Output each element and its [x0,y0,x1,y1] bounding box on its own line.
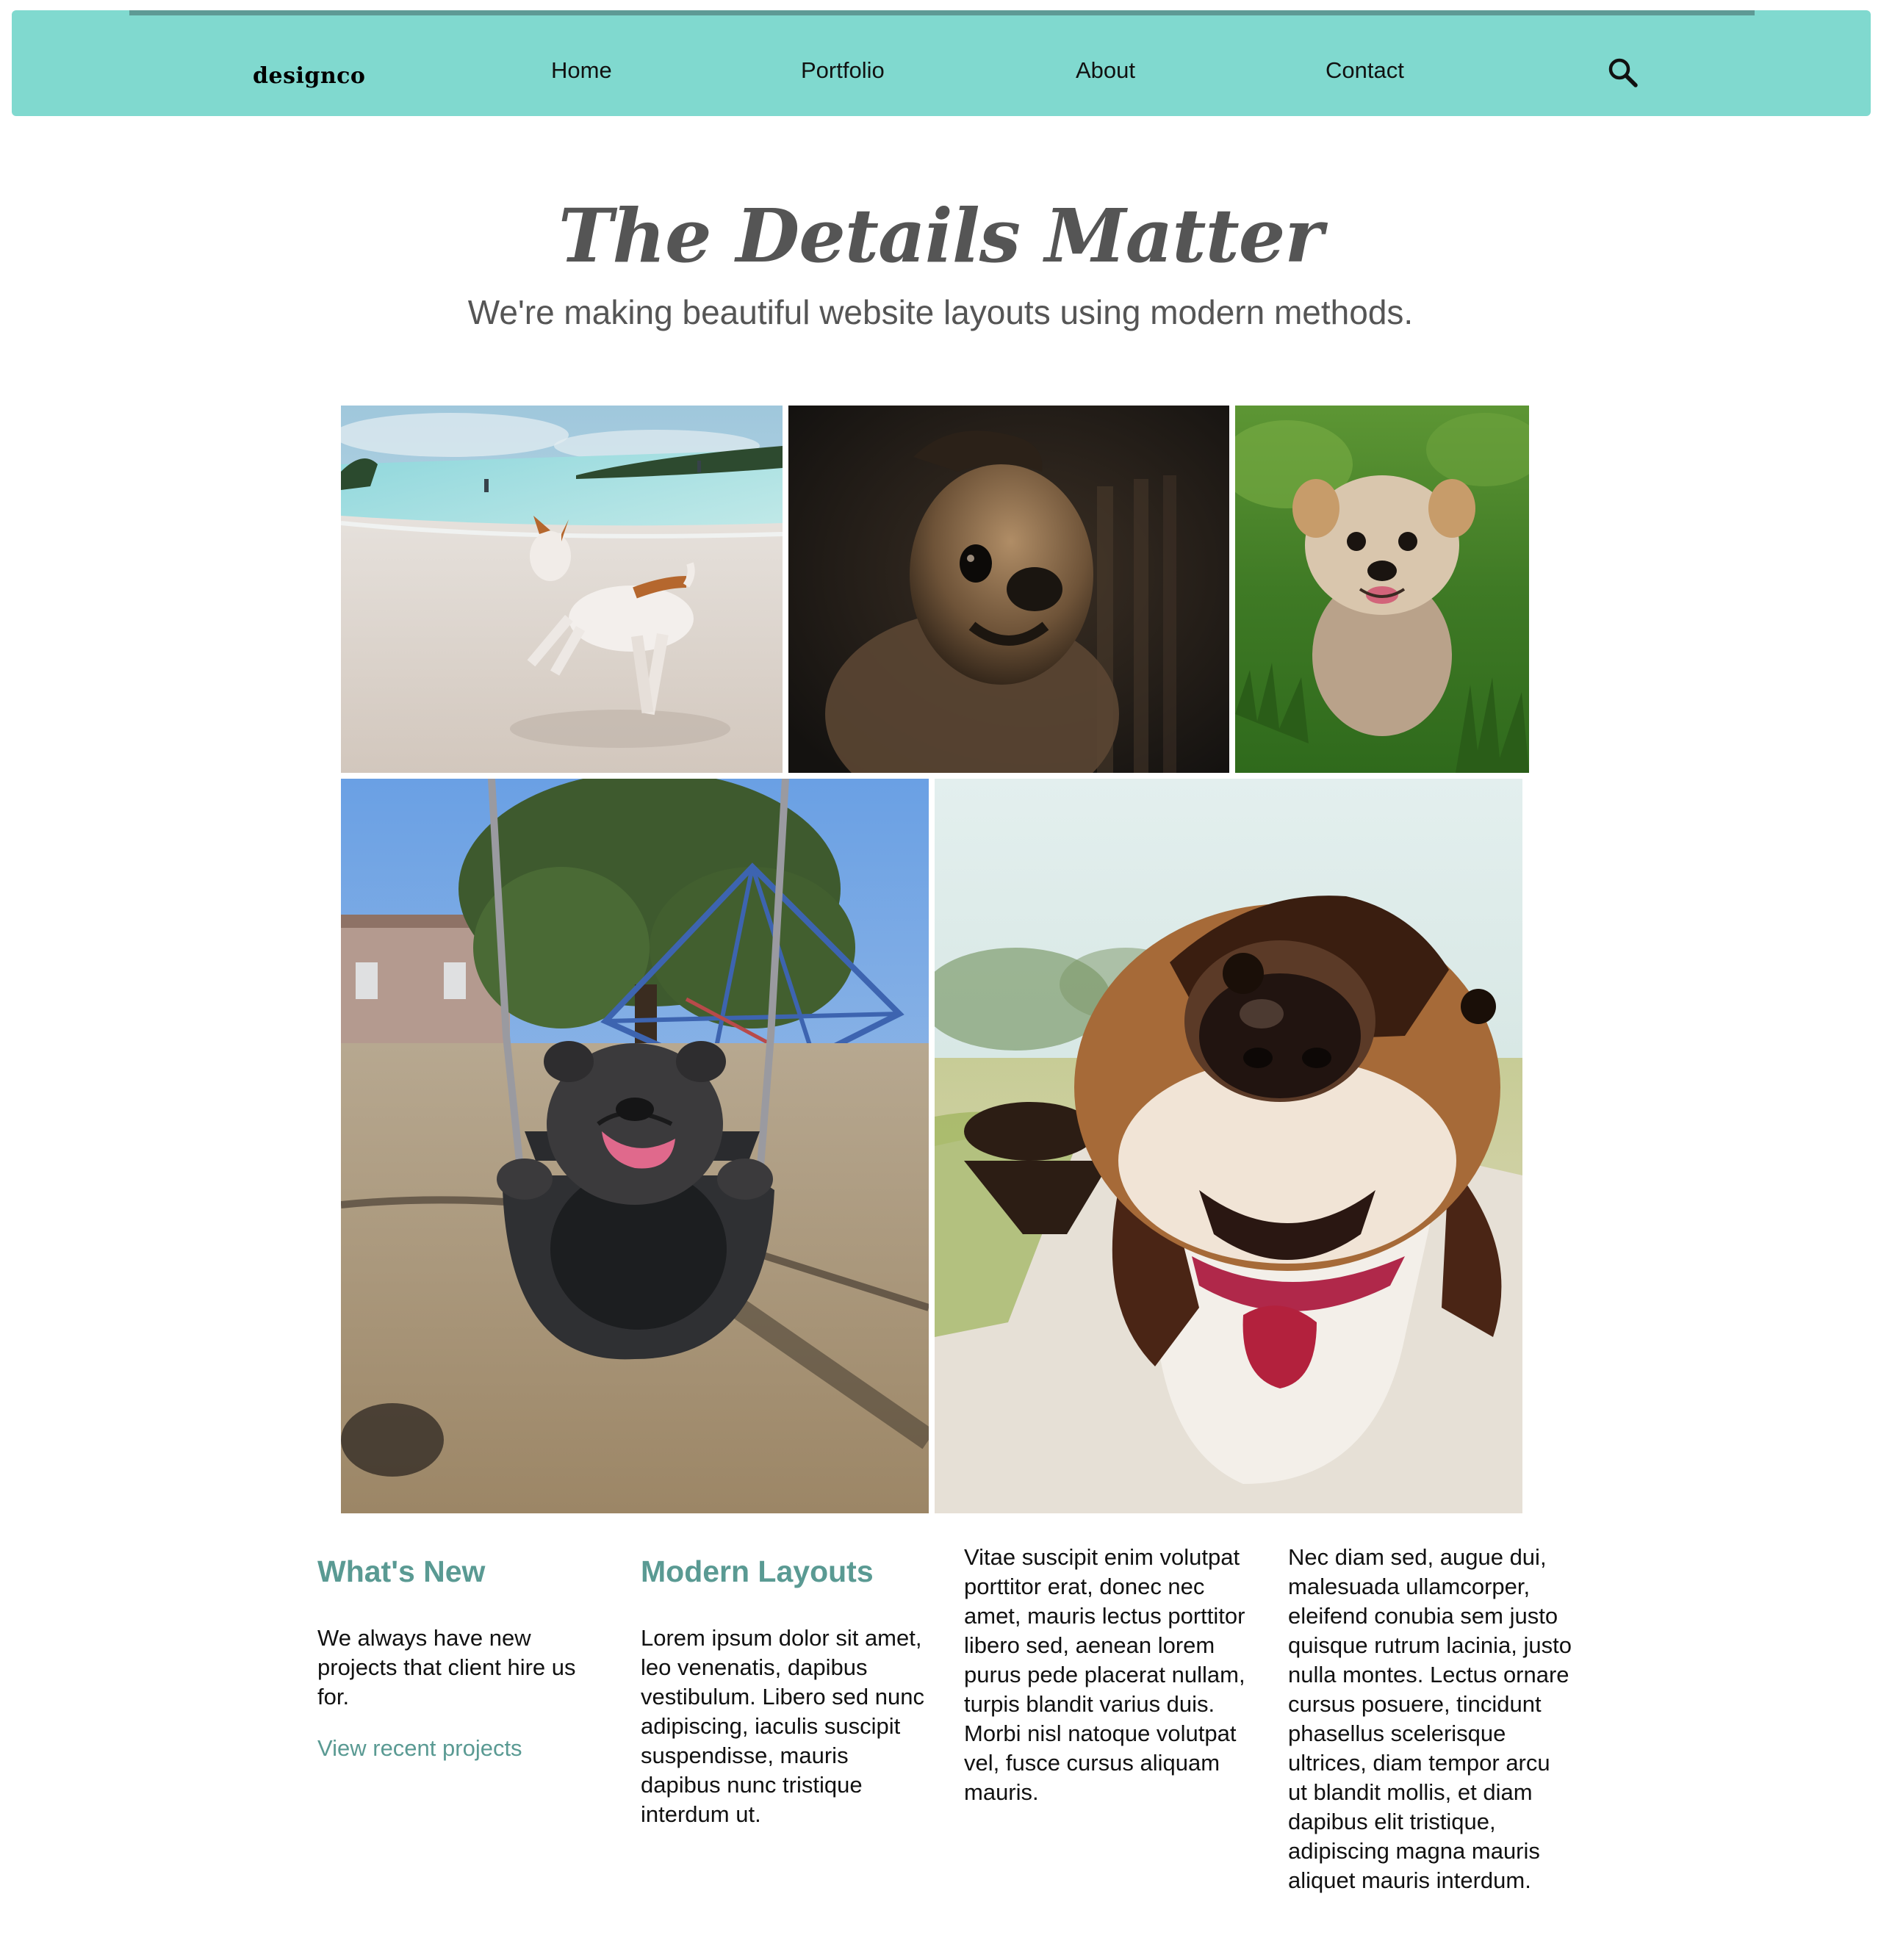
modern-layouts-body: Lorem ipsum dolor sit amet, leo venenati… [641,1625,925,1827]
photo-pug-dark [788,406,1229,773]
column-three: Vitae suscipit enim volutpat porttitor e… [964,1543,1251,1829]
photo-bulldog-swing [341,779,929,1513]
navbar-top-border [129,10,1755,15]
top-navbar: designco Home Portfolio About Contact [12,10,1871,116]
view-recent-projects-link[interactable]: View recent projects [317,1735,522,1761]
column-modern-layouts: Modern Layouts Lorem ipsum dolor sit ame… [641,1543,927,1851]
whats-new-heading: What's New [317,1554,486,1588]
photo-dog-beach [341,406,783,773]
modern-layouts-heading: Modern Layouts [641,1554,874,1588]
search-icon[interactable] [1606,56,1640,90]
nav-item-home[interactable]: Home [551,57,612,84]
column-three-body: Vitae suscipit enim volutpat porttitor e… [964,1544,1245,1805]
photo-yorkie-grass [1235,406,1529,773]
whats-new-body: We always have new projects that client … [317,1625,576,1709]
nav-item-portfolio[interactable]: Portfolio [801,57,885,84]
photo-beagle-closeup [935,779,1522,1513]
nav-item-about[interactable]: About [1076,57,1135,84]
nav-item-contact[interactable]: Contact [1326,57,1404,84]
page-subtitle: We're making beautiful website layouts u… [467,293,1414,331]
column-four-body: Nec diam sed, augue dui, malesuada ullam… [1288,1544,1572,1893]
site-logo[interactable]: designco [253,63,365,89]
column-four: Nec diam sed, augue dui, malesuada ullam… [1288,1543,1575,1917]
page-title: The Details Matter [558,192,1323,279]
column-whats-new: What's New We always have new projects t… [317,1543,604,1763]
